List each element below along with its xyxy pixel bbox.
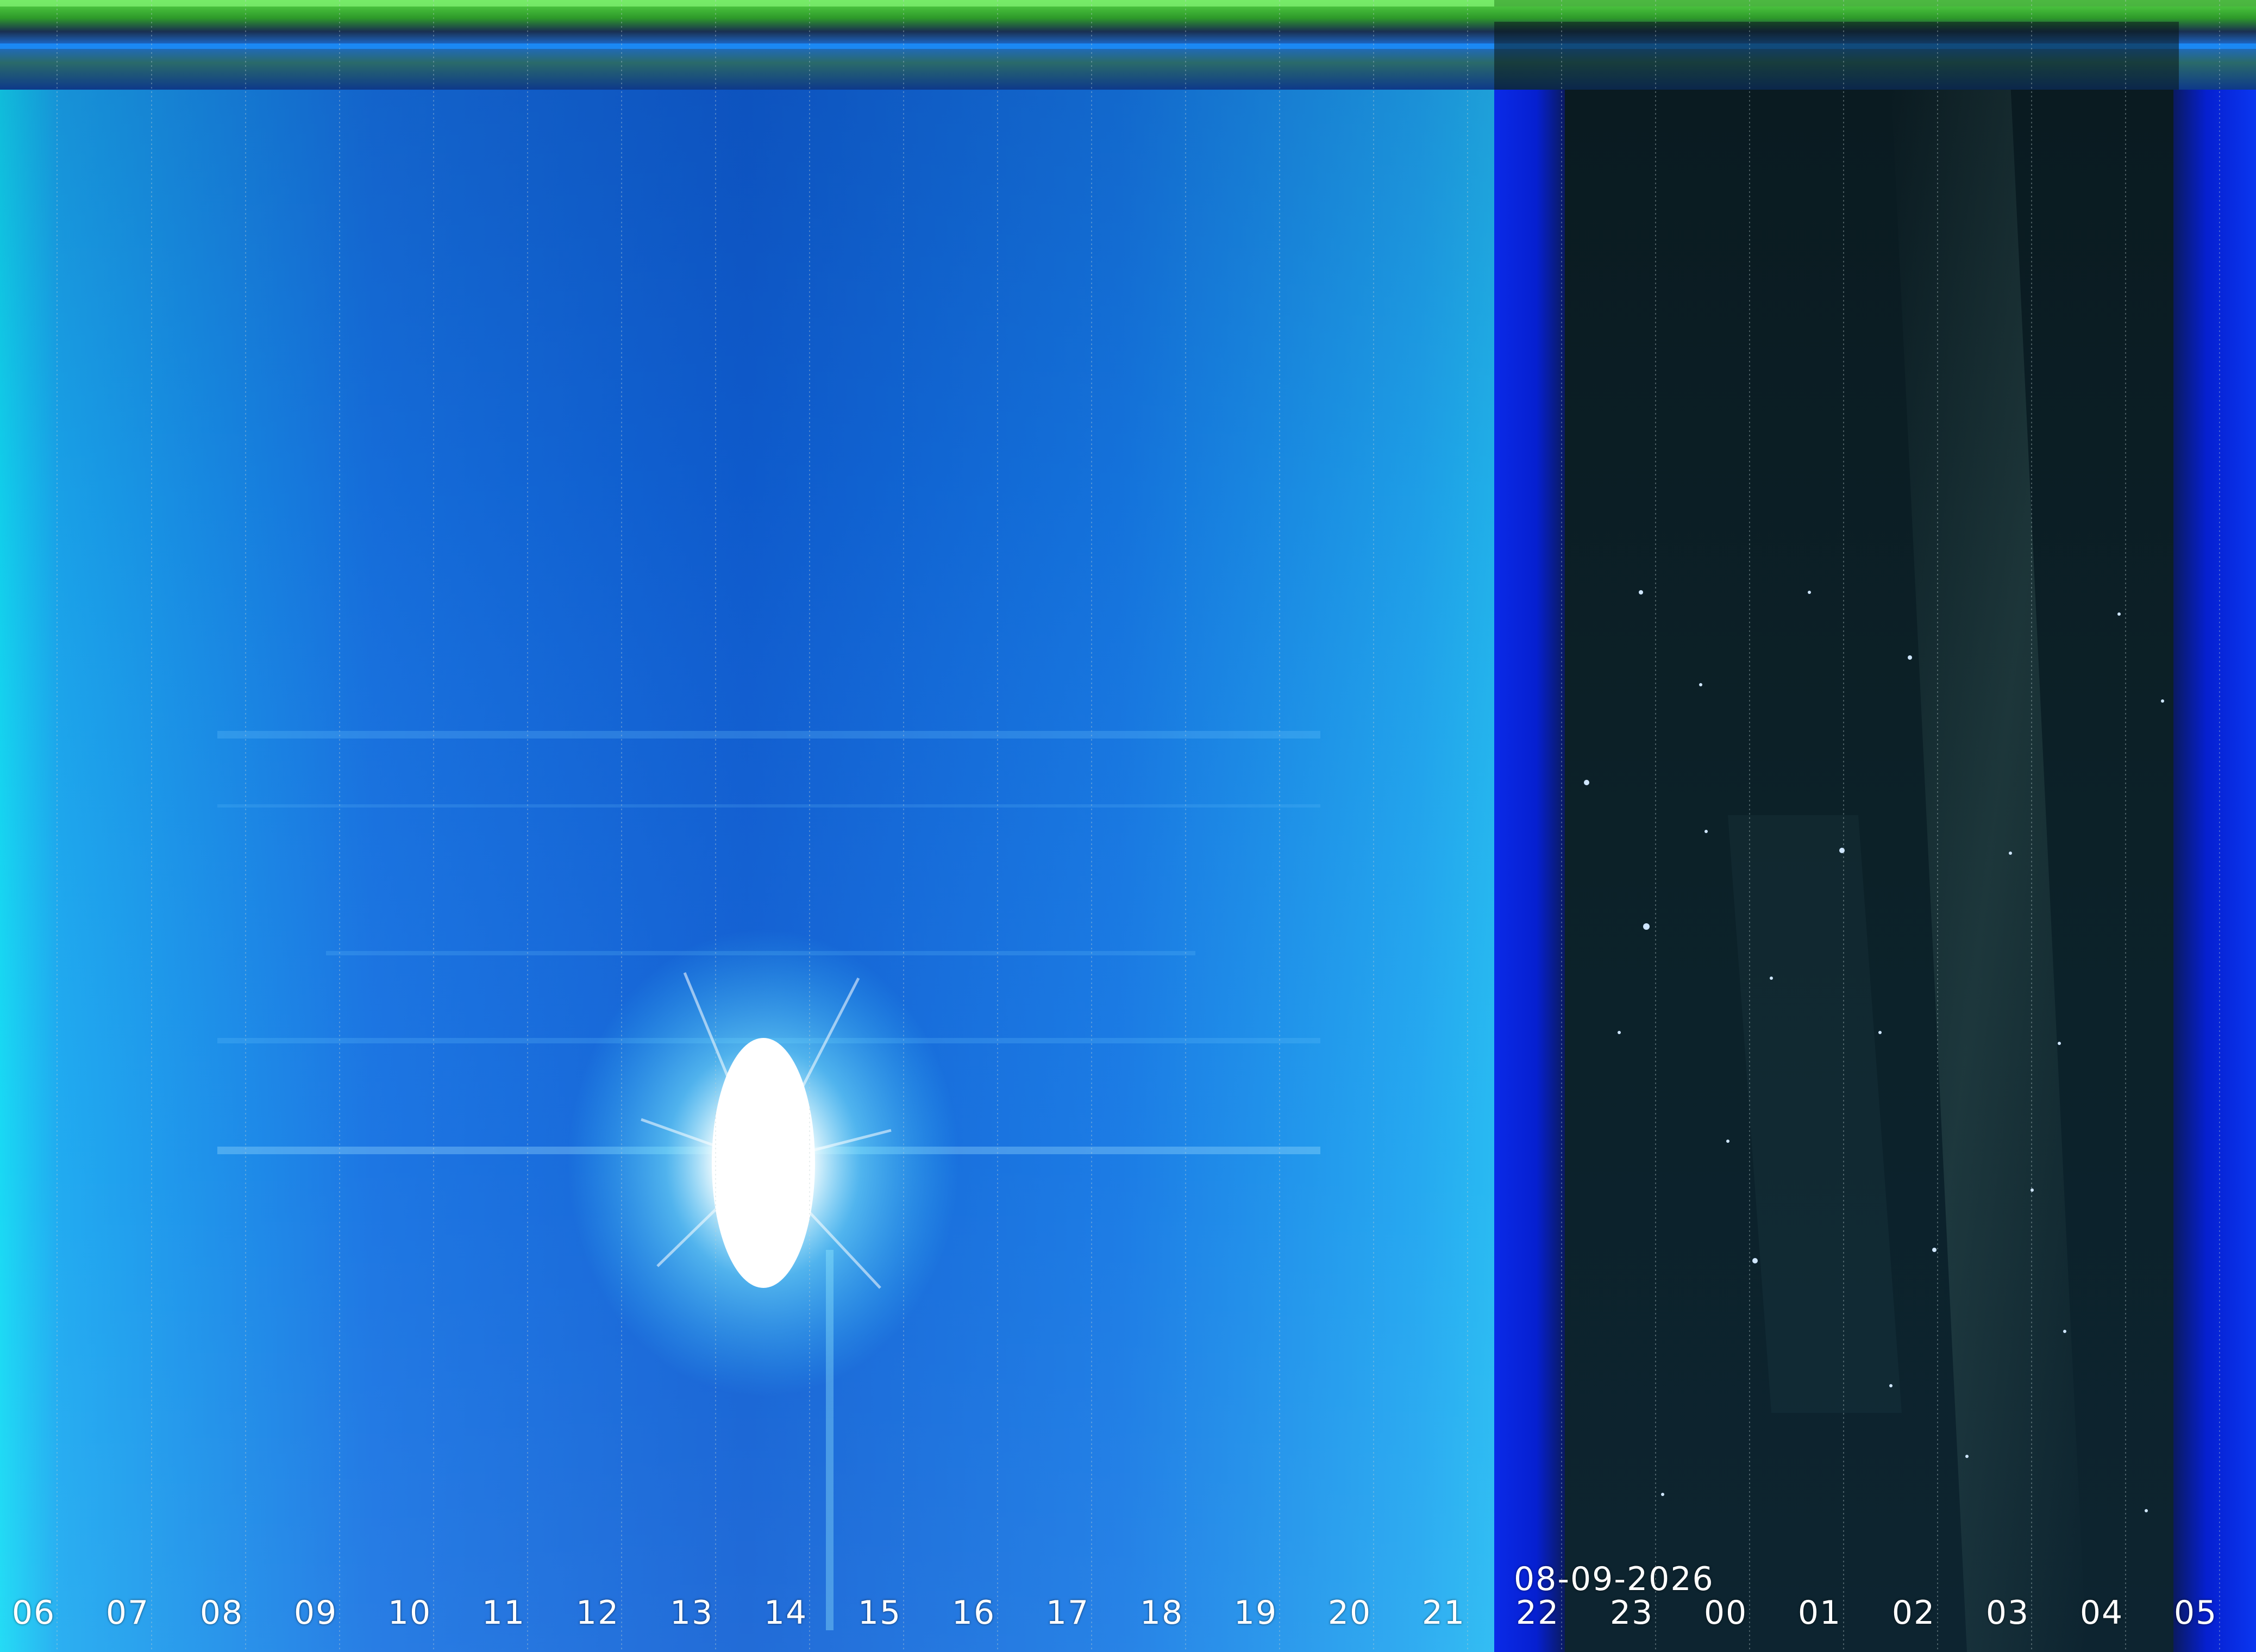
hour-label: 05	[2173, 1594, 2218, 1632]
hour-label: 03	[1985, 1594, 2030, 1632]
hour-labels-row: 06 07 08 09 10 11 12 13 14 15 16 17 18 1…	[0, 0, 2256, 1652]
hour-label: 10	[387, 1594, 432, 1632]
hour-label: 17	[1045, 1594, 1090, 1632]
keogram-image: 06 07 08 09 10 11 12 13 14 15 16 17 18 1…	[0, 0, 2256, 1652]
hour-label: 15	[857, 1594, 902, 1632]
hour-label: 16	[951, 1594, 996, 1632]
hour-label: 02	[1891, 1594, 1936, 1632]
hour-label: 01	[1797, 1594, 1842, 1632]
hour-label: 11	[481, 1594, 526, 1632]
hour-label: 20	[1327, 1594, 1372, 1632]
hour-label: 09	[293, 1594, 338, 1632]
hour-label: 13	[669, 1594, 714, 1632]
hour-label: 14	[763, 1594, 808, 1632]
hour-label: 06	[11, 1594, 56, 1632]
hour-label: 07	[105, 1594, 150, 1632]
date-label: 08-09-2026	[1514, 1560, 1714, 1598]
hour-label: 21	[1421, 1594, 1466, 1632]
hour-label: 12	[575, 1594, 620, 1632]
hour-label: 19	[1233, 1594, 1278, 1632]
hour-label: 04	[2079, 1594, 2124, 1632]
hour-label: 18	[1139, 1594, 1184, 1632]
hour-label: 08	[199, 1594, 244, 1632]
